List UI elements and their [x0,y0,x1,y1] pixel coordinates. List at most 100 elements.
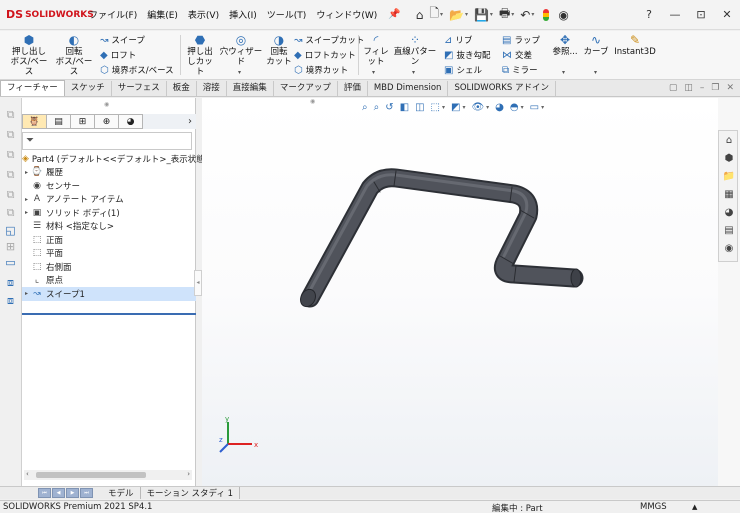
hole-wizard-dropdown-icon[interactable]: ▾ [238,69,241,76]
copy-icon[interactable]: ⧉ [4,108,17,121]
expand-icon[interactable]: ▸ [22,209,31,216]
layer-icon[interactable]: ⧈ [4,294,17,307]
swept-pipe-model[interactable] [202,98,718,486]
tab-mbd-dimension[interactable]: MBD Dimension [368,81,449,96]
linear-pattern-dropdown-icon[interactable]: ▾ [412,69,415,76]
custom-properties-icon[interactable]: ▤ [722,224,736,238]
open-icon[interactable]: 📂 ▾ [446,8,471,22]
reference-geometry-button[interactable]: ✥ 参照... [548,34,582,58]
rebuild-icon[interactable] [543,8,550,21]
loft-button[interactable]: ◆ ロフト [100,49,136,62]
dimxpert-tab-icon[interactable]: ⊕ [94,114,119,129]
tab-markup[interactable]: マークアップ [274,81,338,96]
extrude-cut-button[interactable]: ⬣ 押し出 しカット [184,34,216,78]
rollback-bar[interactable] [22,313,196,315]
fillet-button[interactable]: ◜ フィレット [360,34,392,68]
tree-item-front-plane[interactable]: ⬚ 正面 [22,233,196,247]
lofted-cut-button[interactable]: ◆ ロフトカット [294,49,356,62]
split-icon[interactable]: ◫ [684,83,693,93]
home-icon[interactable]: ⌂ [413,8,427,22]
expand-icon[interactable]: ▸ [22,196,31,203]
tree-root[interactable]: ◈ Part4 (デフォルト<<デフォルト>_表示状態 [22,152,205,166]
reference-dropdown-icon[interactable]: ▾ [562,69,565,76]
instant3d-button[interactable]: ✎ Instant3D [612,34,658,58]
help-icon[interactable]: ? [636,8,662,21]
arrange-icon[interactable]: ⊞ [4,240,17,253]
expand-icon[interactable]: ▸ [22,169,31,176]
swept-cut-button[interactable]: ↝ スイープカット [294,34,364,47]
copy-icon[interactable]: ⧉ [4,148,17,161]
unit-system[interactable]: MMGS [640,502,667,512]
tree-item-history[interactable]: ▸ ⌚ 履歴 [22,166,196,180]
solidworks-logo[interactable]: DS SOLIDWORKS [0,8,94,21]
panel-grip-icon[interactable]: ◉ [104,101,109,108]
tree-item-right-plane[interactable]: ⬚ 右側面 [22,260,196,274]
display-icon[interactable]: ▭ [4,256,17,269]
tab-sketch[interactable]: スケッチ [65,81,112,96]
solidworks-forum-icon[interactable]: ◉ [722,242,736,256]
revolve-boss-button[interactable]: ◐ 回転 ボス/ベース [52,34,96,78]
prev-tab-icon[interactable]: ◀ [52,488,65,498]
tree-item-sweep1[interactable]: ▸ ↝ スイープ1 [22,287,196,301]
close-button[interactable]: ✕ [714,8,740,21]
rib-button[interactable]: ⊿ リブ [444,34,472,47]
copy-icon[interactable]: ⧉ [4,168,17,181]
revolve-cut-button[interactable]: ◑ 回転 カット [266,34,292,68]
tab-motion-study-1[interactable]: モーション スタディ 1 [141,487,241,499]
print-icon[interactable]: 🖶 ▾ [496,4,517,25]
tree-item-origin[interactable]: ⌞ 原点 [22,274,196,288]
tab-direct-editing[interactable]: 直接編集 [227,81,274,96]
restore-button[interactable]: ⊡ [688,8,714,21]
next-tab-icon[interactable]: ▶ [66,488,79,498]
minimize-button[interactable]: — [662,8,688,21]
intersect-button[interactable]: ⋈ 交差 [502,49,532,62]
undo-icon[interactable]: ↶ ▾ [517,8,537,22]
tree-item-sensors[interactable]: ◉ センサー [22,179,196,193]
property-tab-icon[interactable]: ▤ [46,114,71,129]
doc-minimize-icon[interactable]: – [700,83,705,93]
sketch-icon[interactable]: ◱ [4,224,17,237]
last-tab-icon[interactable]: ⏭ [80,488,93,498]
tree-item-material[interactable]: ☰ 材料 <指定なし> [22,220,196,234]
tab-evaluate[interactable]: 評価 [338,81,368,96]
scroll-thumb[interactable] [36,472,146,478]
home-icon[interactable]: ⌂ [722,134,736,148]
tile-icon[interactable]: ▢ [669,83,678,93]
curves-dropdown-icon[interactable]: ▾ [594,69,597,76]
graphics-viewport[interactable]: ◉ ⌕ ⌕ ↺ ◧ ◫ ⬚ ▾ ◩ ▾ 👁 ▾ ◕ ◓ ▾ ▭ ▾ x y z [202,98,718,486]
horizontal-scrollbar[interactable]: ‹ › [24,470,192,480]
draft-button[interactable]: ◩ 抜き勾配 [444,49,490,62]
doc-close-icon[interactable]: ✕ [726,83,734,93]
scroll-left-icon[interactable]: ‹ [26,470,29,478]
copy-icon[interactable]: ⧉ [4,188,17,201]
fillet-dropdown-icon[interactable]: ▾ [372,69,375,76]
tab-model[interactable]: モデル [102,487,141,499]
copy-icon[interactable]: ⧉ [4,128,17,141]
view-palette-icon[interactable]: ▦ [722,188,736,202]
appearance-tab-icon[interactable]: ◕ [118,114,143,129]
file-explorer-icon[interactable]: 📁 [722,170,736,184]
tree-item-annotations[interactable]: ▸ A アノテート アイテム [22,193,196,207]
wrap-button[interactable]: ▤ ラップ [502,34,540,47]
tab-weldments[interactable]: 溶接 [197,81,227,96]
tab-features[interactable]: フィーチャー [0,80,65,96]
configuration-tab-icon[interactable]: ⊞ [70,114,95,129]
mirror-button[interactable]: ⧉ ミラー [502,64,538,77]
copy-icon[interactable]: ⧉ [4,206,17,219]
appearances-icon[interactable]: ◕ [722,206,736,220]
new-document-icon[interactable]: 🗋 ▾ [426,4,446,25]
menu-edit[interactable]: 編集(E) [142,8,183,21]
options-icon[interactable]: ◉ [555,8,571,22]
tree-item-top-plane[interactable]: ⬚ 平面 [22,247,196,261]
hole-wizard-button[interactable]: ◎ 穴ウィザード [216,34,266,68]
tree-item-solid-bodies[interactable]: ▸ ▣ ソリッド ボディ(1) [22,206,196,220]
save-icon[interactable]: 💾 ▾ [471,8,496,22]
shell-button[interactable]: ▣ シェル [444,64,482,77]
panel-collapse-handle[interactable]: ◂ [194,270,202,296]
feature-tree-tab-icon[interactable]: 🦉 [22,114,47,129]
menu-insert[interactable]: 挿入(I) [224,8,262,21]
chevron-right-icon[interactable]: › [188,116,196,127]
menu-file[interactable]: ファイル(F) [84,8,142,21]
menu-tools[interactable]: ツール(T) [262,8,312,21]
first-tab-icon[interactable]: ⏮ [38,488,51,498]
